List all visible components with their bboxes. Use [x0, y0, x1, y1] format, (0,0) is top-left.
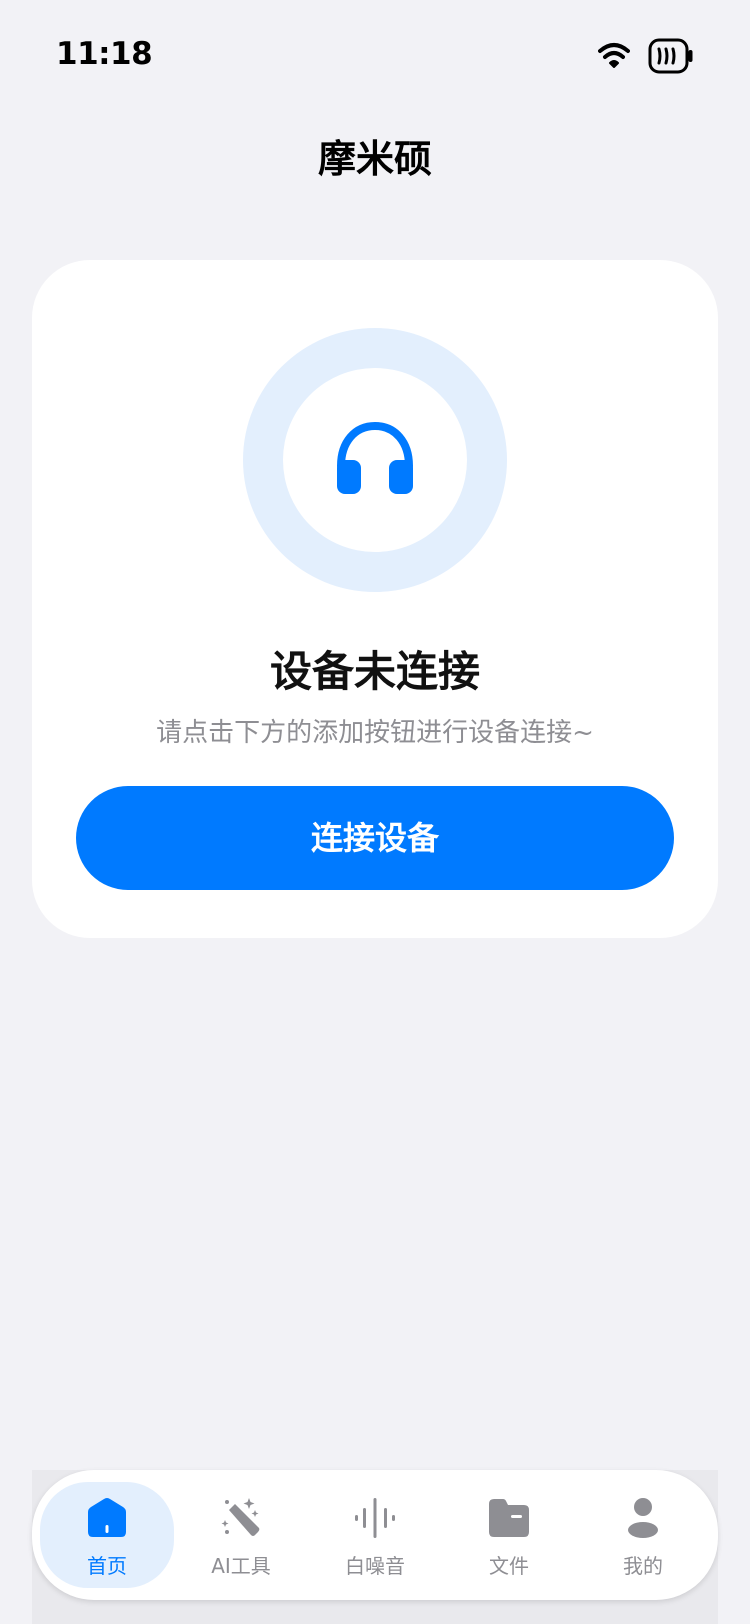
page-title: 摩米硕 [317, 139, 432, 181]
wifi-icon [598, 43, 630, 68]
device-status-card: 设备未连接 请点击下方的添加按钮进行设备连接~ 连接设备 [32, 260, 718, 938]
user-icon [628, 1498, 658, 1538]
tab-label: 首页 [87, 1554, 127, 1578]
tab-label: 文件 [489, 1554, 529, 1578]
home-icon [88, 1498, 126, 1537]
tab-profile[interactable]: 我的 [576, 1482, 710, 1588]
tab-files[interactable]: 文件 [442, 1482, 576, 1588]
tab-label: AI工具 [211, 1554, 271, 1578]
folder-icon [489, 1499, 529, 1537]
status-time: 11:18 [56, 36, 153, 72]
tab-white-noise[interactable]: 白噪音 [308, 1482, 442, 1588]
device-status-title: 设备未连接 [269, 647, 480, 696]
status-bar: 11:18 [0, 0, 750, 110]
headphones-icon [337, 421, 413, 494]
battery-icon [648, 38, 693, 74]
tab-ai-tools[interactable]: AI工具 [174, 1482, 308, 1588]
tab-bar: 首页 AI工具 白噪音 文件 我的 [32, 1470, 718, 1600]
magic-wand-icon [221, 1498, 260, 1536]
device-icon-circle [283, 368, 467, 552]
device-status-hint: 请点击下方的添加按钮进行设备连接~ [156, 718, 594, 748]
connect-device-button[interactable]: 连接设备 [76, 786, 674, 890]
tab-home[interactable]: 首页 [40, 1482, 174, 1588]
tab-label: 我的 [623, 1554, 663, 1578]
device-icon-ring [243, 328, 507, 592]
tab-label: 白噪音 [345, 1554, 405, 1578]
sound-wave-icon [355, 1498, 395, 1538]
